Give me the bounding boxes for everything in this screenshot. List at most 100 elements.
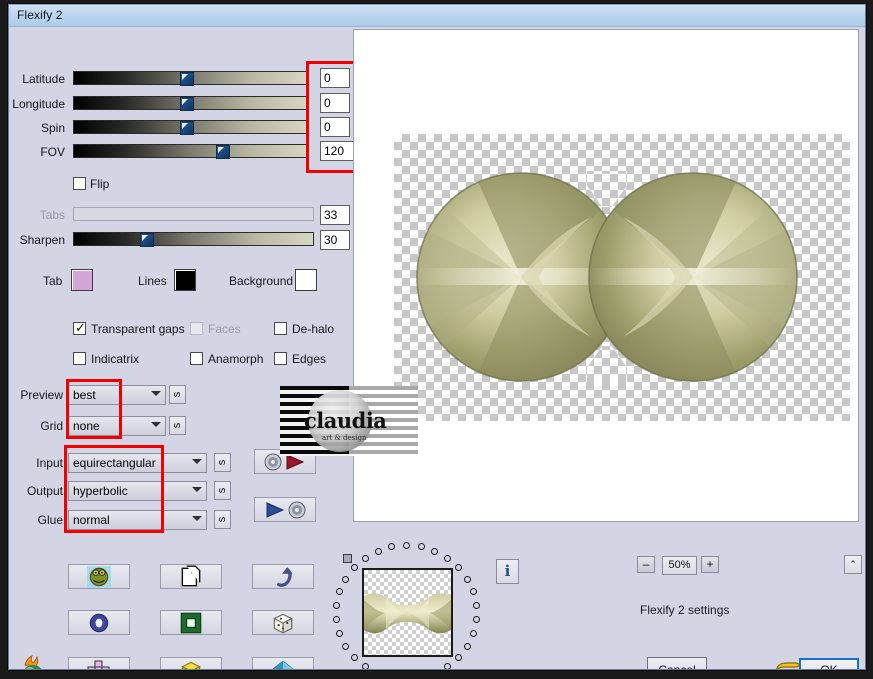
pointing-hand-cursor-icon	[775, 659, 809, 669]
slider-sharpen-handle[interactable]	[140, 233, 154, 247]
frame-button[interactable]	[160, 610, 222, 635]
selection-marching-dot	[342, 642, 350, 650]
dropdown-grid[interactable]: none	[68, 416, 166, 436]
glue-s-button[interactable]: s	[214, 510, 231, 529]
slider-spin[interactable]	[73, 120, 309, 135]
cube-button[interactable]	[160, 657, 222, 669]
slider-sharpen[interactable]	[73, 232, 314, 247]
dropdown-input[interactable]: equirectangular	[68, 453, 207, 473]
watermark: claudia art & design	[280, 386, 418, 456]
frog-sphere-icon	[87, 565, 111, 588]
dropdown-glue[interactable]: normal	[68, 510, 207, 530]
selection-marching-dot	[361, 663, 369, 669]
preview-canvas[interactable]	[353, 29, 859, 522]
slider-fov[interactable]	[73, 144, 309, 159]
dropdown-output-value: hyperbolic	[73, 484, 128, 498]
polyhedron-icon	[272, 660, 294, 669]
selection-anchor-handle[interactable]	[343, 554, 352, 563]
label-de-halo: De-halo	[292, 322, 335, 336]
dropdown-output[interactable]: hyperbolic	[68, 481, 207, 501]
label-preview: Preview	[20, 388, 63, 402]
polyhedron-button[interactable]	[252, 657, 314, 669]
randomize-dice-button[interactable]	[252, 610, 314, 635]
color-swatch-lines[interactable]	[174, 269, 196, 291]
chevron-down-icon	[192, 487, 202, 492]
selection-marching-dot	[444, 663, 452, 669]
save-settings-button[interactable]	[254, 497, 316, 522]
fov-value-field[interactable]: 120	[320, 141, 354, 161]
undo-button[interactable]	[252, 564, 314, 589]
copy-pages-button[interactable]	[160, 564, 222, 589]
label-lines-color: Lines	[138, 274, 167, 288]
checkbox-anamorph[interactable]	[190, 352, 203, 365]
label-indicatrix: Indicatrix	[91, 352, 140, 366]
selection-marching-dot	[336, 629, 344, 637]
slider-spin-handle[interactable]	[180, 121, 194, 135]
info-button[interactable]: i	[496, 559, 519, 584]
copy-pages-icon	[181, 564, 201, 586]
ring-torus-icon	[89, 613, 109, 632]
input-s-button[interactable]: s	[214, 453, 231, 472]
tabs-value-field[interactable]: 33	[320, 205, 350, 225]
checkbox-edges[interactable]	[274, 352, 287, 365]
checkbox-transparent-gaps[interactable]: ✓	[73, 320, 86, 335]
label-output: Output	[26, 484, 63, 498]
selection-marching-dot	[374, 547, 382, 555]
label-fov: FOV	[40, 145, 65, 159]
grid-s-button[interactable]: s	[169, 416, 186, 435]
slider-longitude[interactable]	[73, 96, 309, 111]
ring-button[interactable]	[68, 610, 130, 635]
arrow-to-disc-icon	[266, 501, 306, 518]
thumbnail-preview[interactable]	[362, 568, 453, 657]
title-bar[interactable]: Flexify 2	[9, 5, 865, 27]
selection-marching-dot	[463, 575, 471, 583]
selection-marching-dot	[336, 588, 344, 596]
dialog-body: Latitude 0 Longitude 0 Spin 0 FOV 120 Fl…	[9, 27, 865, 669]
spin-value-field[interactable]: 0	[320, 117, 350, 137]
checkbox-de-halo[interactable]	[274, 322, 287, 335]
label-tab-color: Tab	[43, 274, 63, 288]
latitude-value-field[interactable]: 0	[320, 68, 350, 88]
thumbnail-image	[364, 593, 451, 634]
label-latitude: Latitude	[22, 72, 65, 86]
zoom-out-button[interactable]: –	[637, 556, 655, 573]
checkbox-indicatrix[interactable]	[73, 352, 86, 365]
dropdown-input-value: equirectangular	[73, 456, 156, 470]
label-input: Input	[36, 456, 63, 470]
zoom-level-value[interactable]: 50%	[662, 556, 697, 575]
selection-marching-dot	[455, 653, 463, 661]
selection-marching-dot	[444, 554, 452, 562]
color-swatch-tab[interactable]	[71, 269, 93, 291]
chevron-down-icon	[151, 422, 161, 427]
label-spin: Spin	[40, 121, 65, 135]
dropdown-preview[interactable]: best	[68, 385, 166, 405]
collapse-panel-button[interactable]: ⌃	[844, 555, 862, 574]
watermark-text: claudia	[304, 408, 387, 433]
cancel-button[interactable]: Cancel	[647, 657, 707, 669]
window-title: Flexify 2	[17, 8, 63, 22]
output-s-button[interactable]: s	[214, 481, 231, 500]
dice-icon	[273, 613, 293, 634]
checkbox-faces	[190, 322, 203, 335]
cross-layout-button[interactable]	[68, 657, 130, 669]
dropdown-glue-value: normal	[73, 513, 110, 527]
selection-marching-dot	[431, 547, 439, 555]
longitude-value-field[interactable]: 0	[320, 93, 350, 113]
zoom-in-button[interactable]: +	[701, 556, 719, 573]
dropdown-grid-value: none	[73, 419, 100, 433]
checkbox-flip[interactable]	[73, 177, 86, 190]
slider-latitude-handle[interactable]	[180, 72, 194, 86]
preview-s-button[interactable]: s	[169, 385, 186, 404]
rendered-projection-image	[354, 30, 858, 521]
slider-latitude[interactable]	[73, 71, 309, 86]
color-swatch-background[interactable]	[295, 269, 317, 291]
label-grid: Grid	[40, 419, 63, 433]
label-sharpen: Sharpen	[19, 233, 65, 247]
slider-fov-handle[interactable]	[216, 145, 230, 159]
check-mark-icon: ✓	[75, 320, 86, 335]
selection-marching-dot	[388, 543, 396, 551]
slider-longitude-handle[interactable]	[180, 97, 194, 111]
sharpen-value-field[interactable]: 30	[320, 230, 350, 250]
label-tabs: Tabs	[39, 208, 65, 222]
preset-frog-button[interactable]	[68, 564, 130, 589]
